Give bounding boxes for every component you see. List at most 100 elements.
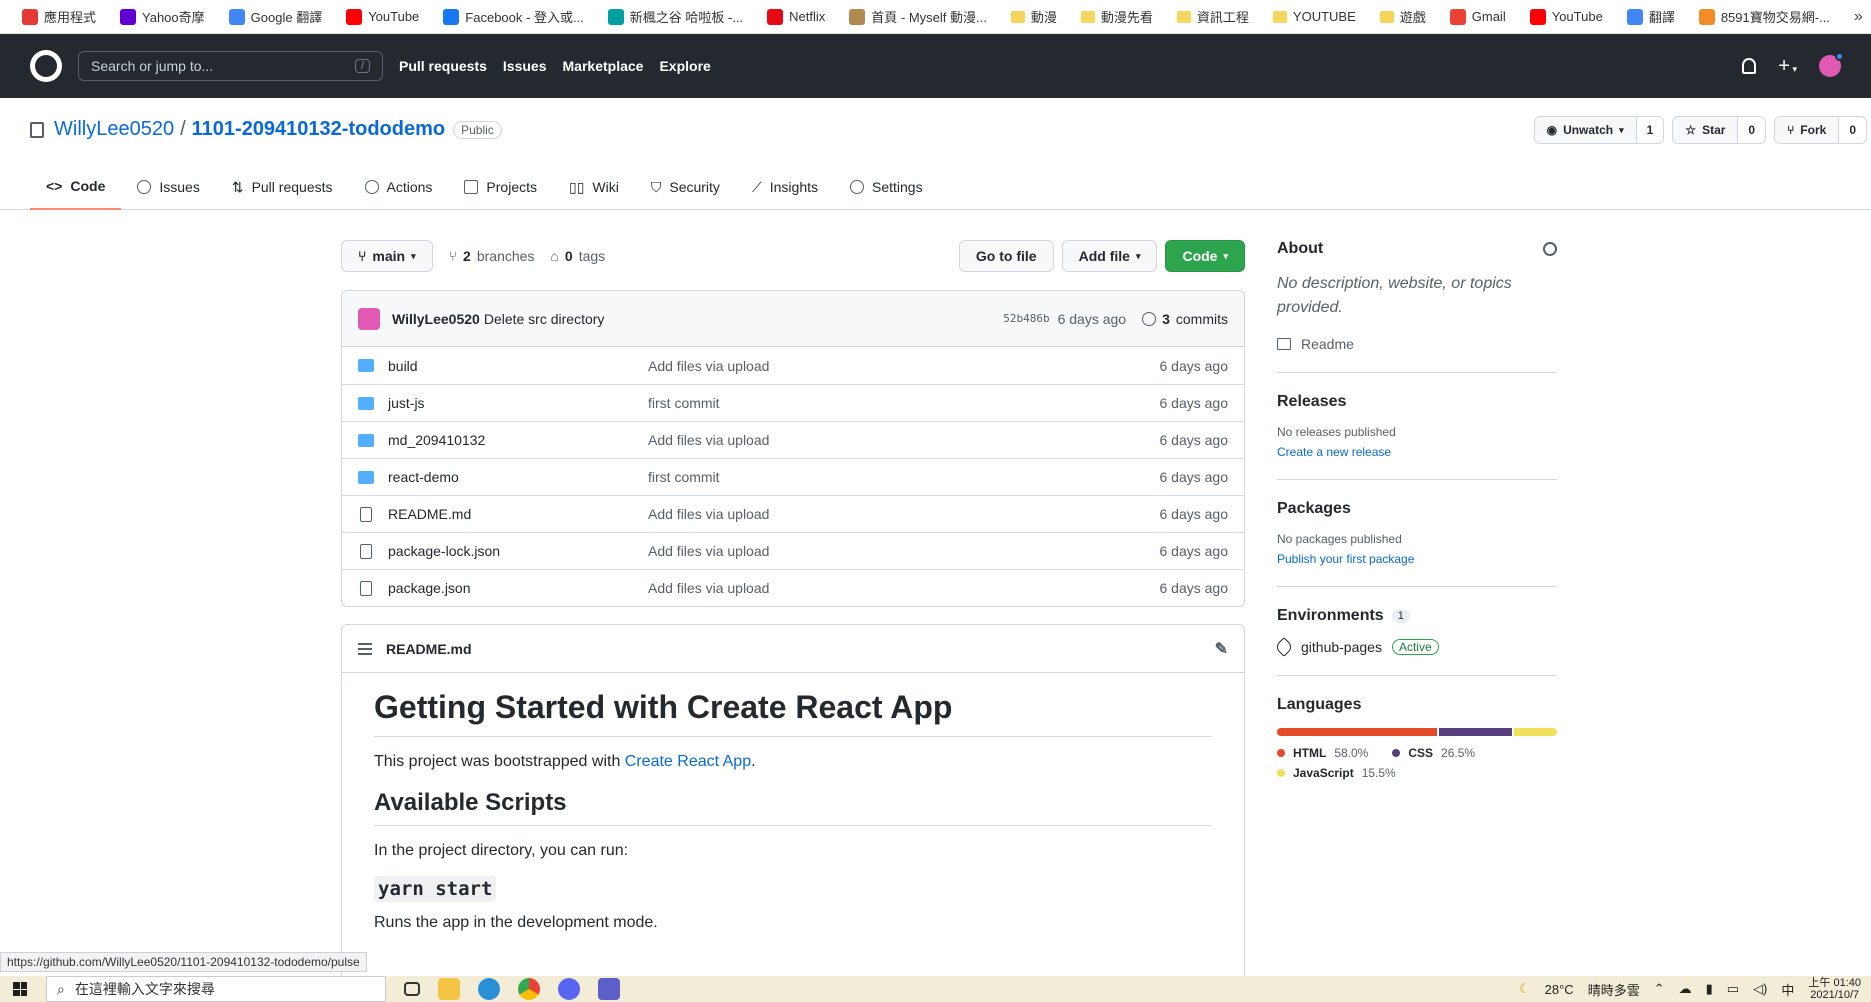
weather-desc[interactable]: 晴時多雲	[1588, 980, 1640, 999]
go-to-file-button[interactable]: Go to file	[958, 240, 1054, 272]
bookmark-item[interactable]: Yahoo奇摩	[108, 0, 217, 33]
tab-actions[interactable]: Actions	[349, 164, 449, 210]
file-row[interactable]: just-js first commit 6 days ago	[342, 384, 1244, 421]
tab-settings[interactable]: Settings	[834, 164, 939, 210]
fork-button[interactable]: ⑂ Fork 0	[1774, 116, 1867, 144]
bookmark-item[interactable]: YouTube	[1518, 0, 1615, 33]
user-avatar[interactable]	[1819, 52, 1844, 77]
tab-security[interactable]: ⛉ Security	[635, 164, 736, 210]
readme-filename[interactable]: README.md	[386, 641, 472, 657]
add-file-button[interactable]: Add file ▾	[1061, 240, 1158, 272]
branch-select[interactable]: ⑂ main ▾	[341, 240, 433, 272]
microphone-icon[interactable]: ▮	[1706, 981, 1713, 997]
file-explorer-icon[interactable]	[438, 978, 460, 1000]
file-name-link[interactable]: md_209410132	[388, 432, 648, 448]
search-input[interactable]: Search or jump to... /	[78, 51, 383, 81]
file-name-link[interactable]: react-demo	[388, 469, 648, 485]
branches-link[interactable]: ⑂ 2 branches	[449, 248, 535, 264]
nav-explore[interactable]: Explore	[659, 58, 710, 74]
tab-wiki[interactable]: ▯▯ Wiki	[553, 164, 635, 210]
commit-sha[interactable]: 52b486b	[1003, 312, 1049, 325]
watch-button[interactable]: ◉ Unwatch ▾ 1	[1533, 116, 1665, 144]
bookmark-item[interactable]: YouTube	[334, 0, 431, 33]
environments-title[interactable]: Environments	[1277, 607, 1384, 625]
table-of-contents-icon[interactable]	[358, 642, 372, 655]
volume-icon[interactable]: ◁)	[1753, 981, 1767, 997]
bookmark-item[interactable]: 8591寶物交易網-...	[1687, 0, 1842, 33]
file-name-link[interactable]: README.md	[388, 506, 648, 522]
nav-issues[interactable]: Issues	[503, 58, 547, 74]
packages-title[interactable]: Packages	[1277, 500, 1351, 518]
commits-link[interactable]: 3 commits	[1142, 311, 1228, 327]
gear-icon[interactable]	[1543, 242, 1557, 256]
create-release-link[interactable]: Create a new release	[1277, 445, 1391, 459]
bookmark-folder[interactable]: 動漫先看	[1069, 0, 1165, 33]
file-name-link[interactable]: build	[388, 358, 648, 374]
environment-item[interactable]: github-pages Active	[1274, 637, 1557, 657]
chrome-icon[interactable]	[518, 978, 540, 1000]
nav-marketplace[interactable]: Marketplace	[563, 58, 644, 74]
file-name-link[interactable]: package-lock.json	[388, 543, 648, 559]
file-commit-message[interactable]: first commit	[648, 395, 1160, 411]
star-count[interactable]: 0	[1738, 117, 1766, 143]
taskbar-clock[interactable]: 上午 01:40 2021/10/7	[1808, 977, 1861, 1001]
commit-author-avatar[interactable]	[358, 307, 380, 330]
file-commit-message[interactable]: first commit	[648, 469, 1160, 485]
file-row[interactable]: package.json Add files via upload 6 days a…	[342, 569, 1244, 606]
bookmark-folder[interactable]: 資訊工程	[1165, 0, 1261, 33]
tags-link[interactable]: ⌂ 0 tags	[550, 248, 605, 264]
bookmark-item[interactable]: Google 翻譯	[217, 0, 335, 33]
language-item[interactable]: CSS 26.5%	[1392, 746, 1475, 760]
create-react-app-link[interactable]: Create React App	[625, 753, 751, 770]
releases-title[interactable]: Releases	[1277, 393, 1346, 411]
bookmark-item[interactable]: Gmail	[1438, 0, 1518, 33]
file-name-link[interactable]: package.json	[388, 580, 648, 596]
star-button[interactable]: ☆ Star 0	[1672, 116, 1767, 144]
edge-icon[interactable]	[478, 978, 500, 1000]
bookmark-folder[interactable]: 動漫	[999, 0, 1069, 33]
ime-indicator[interactable]: 中	[1781, 980, 1794, 999]
bookmark-folder[interactable]: 遊戲	[1368, 0, 1438, 33]
tab-issues[interactable]: Issues	[121, 164, 215, 210]
github-logo-icon[interactable]	[30, 50, 62, 82]
readme-link[interactable]: Readme	[1277, 336, 1557, 352]
file-commit-message[interactable]: Add files via upload	[648, 580, 1160, 596]
weather-temp[interactable]: 28°C	[1545, 982, 1574, 997]
bookmark-folder[interactable]: YOUTUBE	[1261, 0, 1368, 33]
file-row[interactable]: README.md Add files via upload 6 days ago	[342, 495, 1244, 532]
bookmark-item[interactable]: 翻譯	[1615, 0, 1687, 33]
file-commit-message[interactable]: Add files via upload	[648, 358, 1160, 374]
repo-name-link[interactable]: 1101-209410132-tododemo	[192, 118, 445, 141]
bookmark-item[interactable]: Facebook - 登入或...	[431, 0, 595, 33]
bookmark-item[interactable]: Netflix	[755, 0, 837, 33]
commit-author[interactable]: WillyLee0520	[392, 311, 480, 327]
tab-pull-requests[interactable]: ⇅ Pull requests	[216, 164, 349, 210]
discord-icon[interactable]	[558, 978, 580, 1000]
file-commit-message[interactable]: Add files via upload	[648, 432, 1160, 448]
monitor-icon[interactable]: ▭	[1727, 981, 1739, 997]
taskbar-search-input[interactable]: ⌕ 在這裡輸入文字來搜尋	[46, 976, 386, 1002]
create-new-plus-icon[interactable]: + ▾	[1778, 55, 1797, 78]
file-row[interactable]: react-demo first commit 6 days ago	[342, 458, 1244, 495]
tab-insights[interactable]: ⟋ Insights	[736, 164, 834, 210]
language-item[interactable]: HTML 58.0%	[1277, 746, 1368, 760]
environment-name[interactable]: github-pages	[1301, 639, 1382, 655]
tray-chevron-icon[interactable]: ⌃	[1654, 981, 1665, 997]
file-commit-message[interactable]: Add files via upload	[648, 543, 1160, 559]
bookmarks-overflow-chevron[interactable]: »	[1842, 8, 1871, 26]
file-row[interactable]: package-lock.json Add files via upload 6 d…	[342, 532, 1244, 569]
repo-owner-link[interactable]: WillyLee0520	[54, 118, 174, 141]
edit-pencil-icon[interactable]: ✎	[1215, 639, 1228, 659]
network-icon[interactable]: ☁	[1679, 981, 1692, 997]
notifications-bell-icon[interactable]	[1742, 58, 1757, 74]
task-view-icon[interactable]	[404, 982, 420, 996]
code-button[interactable]: Code ▾	[1165, 240, 1245, 272]
bookmark-item[interactable]: 首頁 - Myself 動漫...	[837, 0, 999, 33]
publish-package-link[interactable]: Publish your first package	[1277, 552, 1414, 566]
tab-code[interactable]: <> Code	[30, 164, 122, 210]
file-row[interactable]: build Add files via upload 6 days ago	[342, 347, 1244, 384]
watch-count[interactable]: 1	[1636, 117, 1664, 143]
nav-pull-requests[interactable]: Pull requests	[399, 58, 487, 74]
fork-count[interactable]: 0	[1839, 117, 1866, 143]
bookmark-item[interactable]: 應用程式	[10, 0, 108, 33]
